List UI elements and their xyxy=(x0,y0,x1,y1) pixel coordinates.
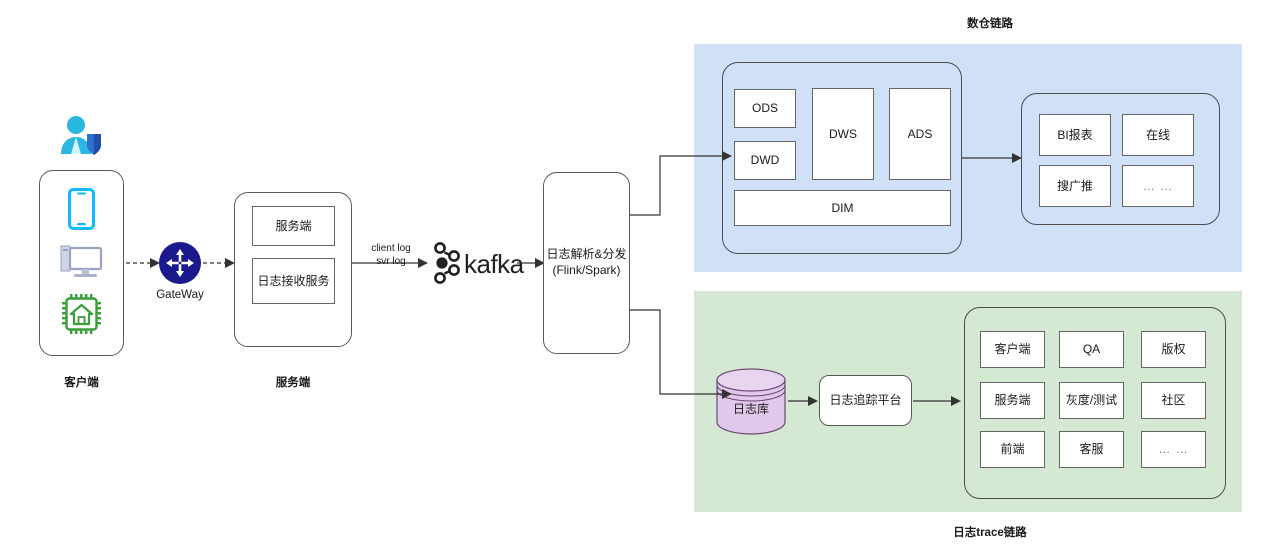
server-box-log-receiver[interactable]: 日志接收服务 xyxy=(252,258,335,304)
dw-layer-ods[interactable]: ODS xyxy=(734,89,796,128)
iot-chip-icon xyxy=(62,294,101,334)
trace-consumer-qa-label: QA xyxy=(1082,342,1101,356)
trace-consumer-copyright[interactable]: 版权 xyxy=(1141,331,1206,368)
processor-to-dw-connector xyxy=(630,151,732,216)
kafka-edge-label-line1: client log xyxy=(371,243,411,254)
server-box-backend[interactable]: 服务端 xyxy=(252,206,335,246)
dw-layer-dim-label: DIM xyxy=(831,200,854,215)
dw-section-title: 数仓链路 xyxy=(967,18,1013,30)
trace-log-db-label: 日志库 xyxy=(732,401,769,416)
trace-consumer-more-label: … … xyxy=(1158,442,1189,456)
kafka-logo-icon xyxy=(433,241,461,285)
user-shield-icon xyxy=(57,114,105,158)
trace-platform-label: 日志追踪平台 xyxy=(829,392,902,407)
trace-consumer-copyright-label: 版权 xyxy=(1161,342,1186,356)
server-box-backend-label: 服务端 xyxy=(275,218,312,233)
client-caption: 客户端 xyxy=(64,377,99,389)
trace-consumer-graytest-label: 灰度/测试 xyxy=(1065,393,1118,407)
trace-consumer-server-label: 服务端 xyxy=(994,393,1031,407)
gateway-to-server-arrow xyxy=(203,258,235,268)
trace-consumer-graytest[interactable]: 灰度/测试 xyxy=(1059,382,1124,419)
dw-layer-dws-label: DWS xyxy=(829,126,857,141)
kafka-edge-label-line2: svr log xyxy=(376,255,406,267)
gateway-label: GateWay xyxy=(156,289,204,301)
dw-consumer-sgt[interactable]: 搜广推 xyxy=(1039,165,1111,207)
dw-consumer-bi-label: BI报表 xyxy=(1057,127,1093,142)
dw-layer-ods-label: ODS xyxy=(751,101,778,115)
kafka-edge-label: client log svr log xyxy=(356,243,426,268)
trace-section-title: 日志trace链路 xyxy=(953,527,1027,539)
dw-consumer-more[interactable]: … … xyxy=(1122,165,1194,207)
trace-consumer-server[interactable]: 服务端 xyxy=(980,382,1045,419)
trace-platform-to-consumers-arrow xyxy=(913,396,961,406)
mobile-phone-icon xyxy=(68,188,95,230)
trace-consumer-community[interactable]: 社区 xyxy=(1141,382,1206,419)
dw-layer-ads[interactable]: ADS xyxy=(889,88,951,180)
processor-line2: (Flink/Spark) xyxy=(552,263,621,277)
processor-box[interactable]: 日志解析&分发 (Flink/Spark) xyxy=(543,172,630,354)
dw-layer-ads-label: ADS xyxy=(907,126,933,141)
dw-consumer-sgt-label: 搜广推 xyxy=(1056,178,1093,193)
client-to-gateway-arrow xyxy=(126,258,160,268)
desktop-computer-icon xyxy=(60,243,103,281)
trace-consumer-client-label: 客户端 xyxy=(994,342,1031,356)
trace-consumer-qa[interactable]: QA xyxy=(1059,331,1124,368)
dw-layer-dim[interactable]: DIM xyxy=(734,190,951,226)
dw-layer-dws[interactable]: DWS xyxy=(812,88,874,180)
processor-to-trace-connector xyxy=(630,309,732,399)
trace-consumer-more[interactable]: … … xyxy=(1141,431,1206,468)
diagram-canvas: 数仓链路 日志trace链路 ODS DWD DWS ADS DIM BI报表 … xyxy=(0,0,1280,559)
trace-consumer-client[interactable]: 客户端 xyxy=(980,331,1045,368)
server-caption: 服务端 xyxy=(275,377,311,389)
trace-consumer-frontend[interactable]: 前端 xyxy=(980,431,1045,468)
dw-consumer-online[interactable]: 在线 xyxy=(1122,114,1194,156)
trace-consumer-frontend-label: 前端 xyxy=(1000,442,1025,456)
dw-consumer-more-label: … … xyxy=(1142,178,1174,193)
trace-consumer-support-label: 客服 xyxy=(1079,442,1104,456)
kafka-wordmark: kafka xyxy=(464,249,524,279)
dw-consumer-online-label: 在线 xyxy=(1145,127,1170,142)
trace-consumer-support[interactable]: 客服 xyxy=(1059,431,1124,468)
server-box-log-receiver-label: 日志接收服务 xyxy=(257,273,330,288)
trace-platform-box[interactable]: 日志追踪平台 xyxy=(819,375,912,426)
gateway-router-icon[interactable] xyxy=(159,242,201,284)
dw-layer-dwd-label: DWD xyxy=(750,153,780,167)
dw-layers-to-consumers-arrow xyxy=(962,153,1022,163)
processor-line1: 日志解析&分发 xyxy=(546,247,627,262)
trace-db-to-platform-arrow xyxy=(788,396,818,406)
dw-consumer-bi[interactable]: BI报表 xyxy=(1039,114,1111,156)
dw-layer-dwd[interactable]: DWD xyxy=(734,141,796,180)
trace-consumer-community-label: 社区 xyxy=(1161,393,1186,407)
